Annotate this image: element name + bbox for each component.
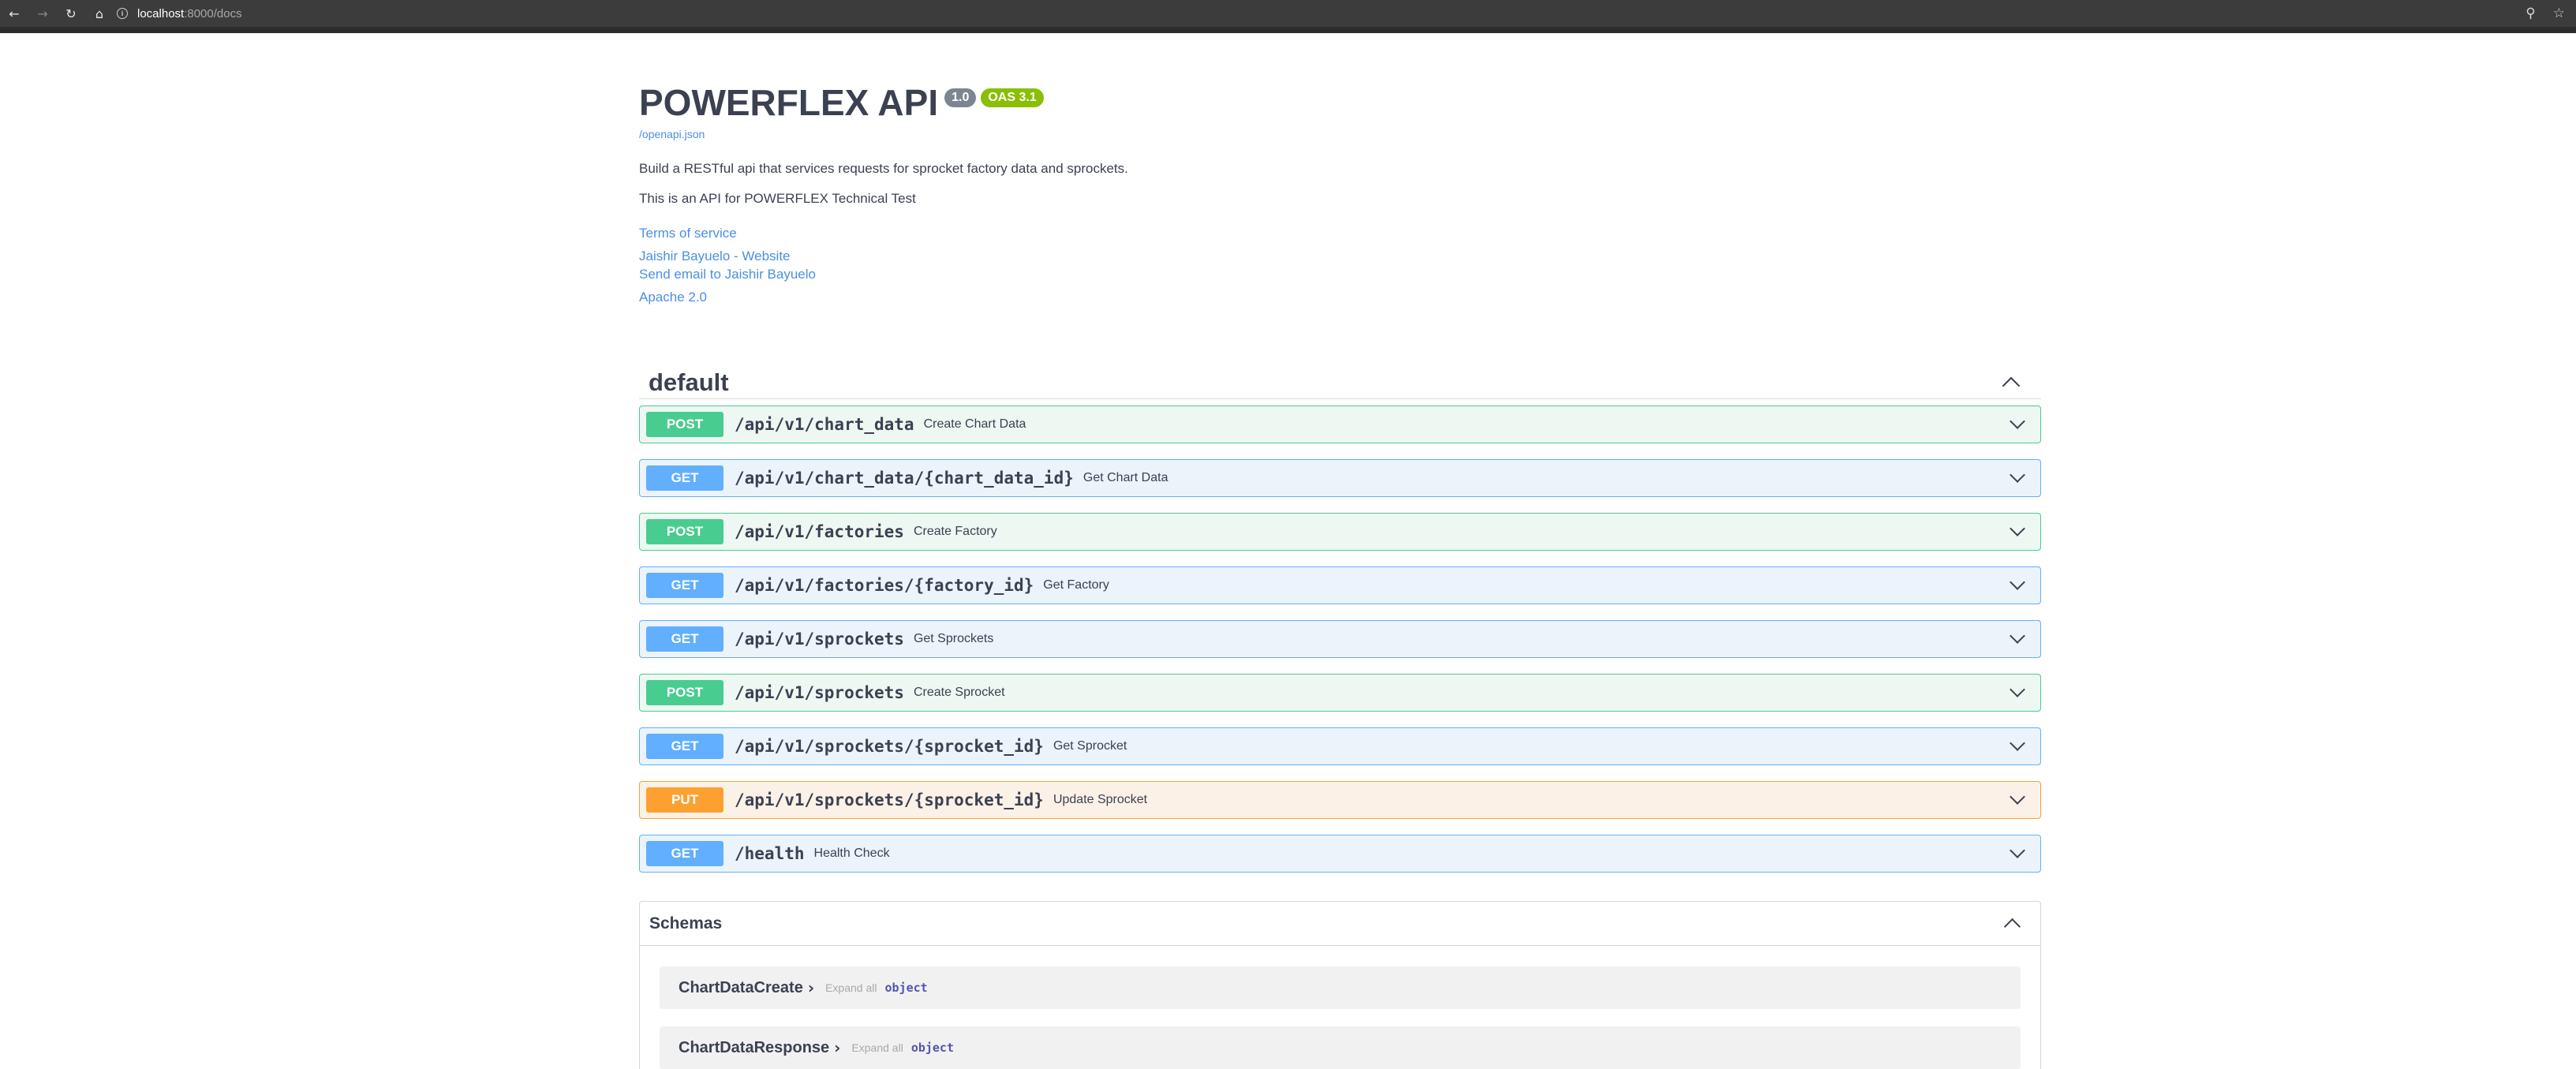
- chevron-right-icon[interactable]: ›: [808, 978, 814, 997]
- operation-path: /api/v1/factories/{factory_id}: [735, 576, 1034, 595]
- oas-badge: OAS 3.1: [981, 88, 1044, 107]
- method-badge: GET: [646, 465, 723, 491]
- method-badge: POST: [646, 680, 723, 705]
- zoom-icon[interactable]: ⚲: [2526, 6, 2535, 21]
- url-path: :8000/docs: [184, 6, 242, 21]
- method-badge: POST: [646, 412, 723, 437]
- method-badge: GET: [646, 573, 723, 598]
- expand-all-button[interactable]: Expand all: [851, 1041, 903, 1054]
- operation-path: /health: [735, 844, 805, 863]
- forward-icon[interactable]: →: [28, 0, 57, 27]
- browser-toolbar: ← → ↻ ⌂ i localhost:8000/docs ⚲ ☆: [0, 0, 2576, 27]
- schemas-section: Schemas ChartDataCreate › Expand all obj…: [639, 901, 2041, 1069]
- operation-path: /api/v1/factories: [735, 522, 904, 541]
- operation-put-sprocket[interactable]: PUT /api/v1/sprockets/{sprocket_id} Upda…: [639, 781, 2041, 819]
- chevron-down-icon[interactable]: [2010, 628, 2025, 644]
- method-badge: GET: [646, 626, 723, 652]
- reload-icon[interactable]: ↻: [57, 0, 85, 27]
- url-host: localhost: [137, 6, 185, 21]
- operation-path: /api/v1/sprockets/{sprocket_id}: [735, 737, 1044, 756]
- license-link[interactable]: Apache 2.0: [639, 288, 2041, 306]
- operation-path: /api/v1/chart_data: [735, 415, 914, 434]
- back-icon[interactable]: ←: [0, 0, 28, 27]
- version-badge: 1.0: [944, 88, 977, 107]
- operation-summary: Create Factory: [913, 525, 997, 538]
- operation-path: /api/v1/sprockets: [735, 630, 904, 649]
- operation-summary: Create Chart Data: [923, 417, 1026, 431]
- swagger-ui: POWERFLEX API 1.0 OAS 3.1 /openapi.json …: [639, 33, 2041, 1069]
- operation-summary: Get Sprocket: [1052, 739, 1127, 753]
- chevron-down-icon[interactable]: [2010, 521, 2025, 536]
- chevron-down-icon[interactable]: [2010, 843, 2025, 858]
- tag-title: default: [649, 368, 729, 396]
- chevron-up-icon[interactable]: [2003, 918, 2021, 936]
- schema-model[interactable]: ChartDataResponse › Expand all object: [660, 1026, 2021, 1069]
- schema-model[interactable]: ChartDataCreate › Expand all object: [660, 966, 2021, 1009]
- chevron-up-icon[interactable]: [2002, 376, 2021, 394]
- operation-path: /api/v1/sprockets/{sprocket_id}: [735, 791, 1044, 809]
- operation-summary: Health Check: [813, 847, 890, 860]
- api-info: POWERFLEX API 1.0 OAS 3.1 /openapi.json …: [639, 33, 2041, 306]
- operation-post-factories[interactable]: POST /api/v1/factories Create Factory: [639, 513, 2041, 551]
- model-name: ChartDataCreate: [679, 978, 803, 996]
- method-badge: GET: [646, 841, 723, 866]
- chevron-down-icon[interactable]: [2010, 735, 2025, 751]
- openapi-json-link[interactable]: /openapi.json: [639, 128, 2041, 140]
- operation-summary: Create Sprocket: [913, 686, 1005, 699]
- chevron-down-icon[interactable]: [2010, 574, 2025, 590]
- home-icon[interactable]: ⌂: [85, 0, 114, 27]
- operation-get-factory[interactable]: GET /api/v1/factories/{factory_id} Get F…: [639, 566, 2041, 604]
- operations-list: POST /api/v1/chart_data Create Chart Dat…: [639, 406, 2041, 873]
- operation-summary: Get Factory: [1043, 578, 1109, 592]
- operation-path: /api/v1/chart_data/{chart_data_id}: [735, 469, 1074, 488]
- chevron-down-icon[interactable]: [2010, 467, 2025, 483]
- model-name: ChartDataResponse: [679, 1038, 830, 1056]
- operation-get-sprocket[interactable]: GET /api/v1/sprockets/{sprocket_id} Get …: [639, 727, 2041, 765]
- address-bar[interactable]: i localhost:8000/docs: [117, 3, 242, 24]
- method-badge: POST: [646, 519, 723, 544]
- chevron-down-icon[interactable]: [2010, 682, 2025, 697]
- operation-path: /api/v1/sprockets: [735, 683, 904, 702]
- contact-website-link[interactable]: Jaishir Bayuelo - Website: [639, 247, 2041, 265]
- operation-post-chart-data[interactable]: POST /api/v1/chart_data Create Chart Dat…: [639, 406, 2041, 443]
- method-badge: GET: [646, 734, 723, 759]
- tag-default-header[interactable]: default: [639, 366, 2041, 399]
- chevron-down-icon[interactable]: [2010, 789, 2025, 805]
- site-info-icon[interactable]: i: [117, 8, 128, 19]
- operation-post-sprockets[interactable]: POST /api/v1/sprockets Create Sprocket: [639, 674, 2041, 712]
- page-title: POWERFLEX API: [639, 82, 939, 123]
- expand-all-button[interactable]: Expand all: [825, 981, 877, 994]
- operation-get-health[interactable]: GET /health Health Check: [639, 835, 2041, 873]
- operation-get-chart-data[interactable]: GET /api/v1/chart_data/{chart_data_id} G…: [639, 459, 2041, 497]
- chevron-right-icon[interactable]: ›: [834, 1038, 840, 1057]
- schemas-title: Schemas: [649, 914, 723, 933]
- bookmark-star-icon[interactable]: ☆: [2553, 6, 2565, 21]
- operation-summary: Get Chart Data: [1082, 471, 1168, 484]
- api-description-secondary: This is an API for POWERFLEX Technical T…: [639, 191, 916, 206]
- toolbar-shadow: [0, 27, 2576, 33]
- contact-email-link[interactable]: Send email to Jaishir Bayuelo: [639, 265, 2041, 283]
- api-description: Build a RESTful api that services reques…: [639, 161, 1128, 176]
- terms-of-service-link[interactable]: Terms of service: [639, 224, 2041, 242]
- operation-summary: Get Sprockets: [913, 632, 994, 645]
- operation-summary: Update Sprocket: [1052, 793, 1148, 806]
- operation-get-sprockets[interactable]: GET /api/v1/sprockets Get Sprockets: [639, 620, 2041, 658]
- method-badge: PUT: [646, 787, 723, 813]
- model-type: object: [910, 1041, 954, 1055]
- model-type: object: [884, 981, 928, 995]
- chevron-down-icon[interactable]: [2010, 413, 2025, 429]
- schemas-header[interactable]: Schemas: [640, 902, 2040, 946]
